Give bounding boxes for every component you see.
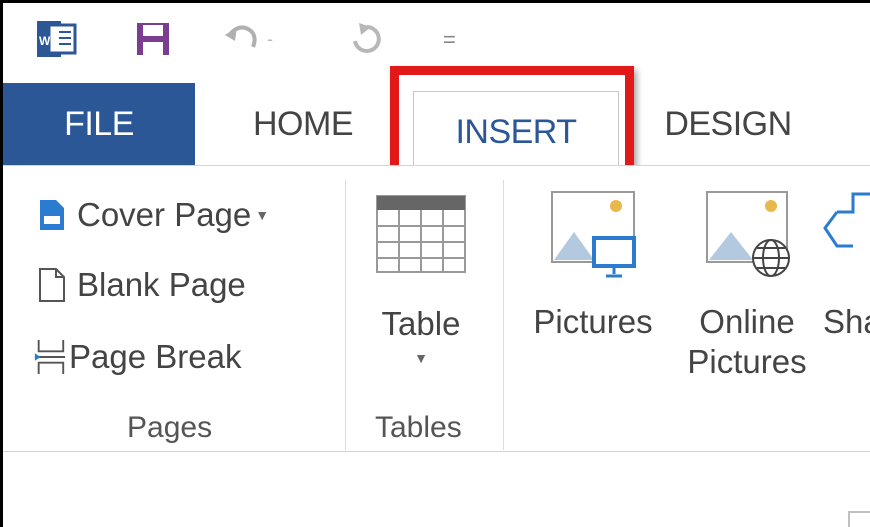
svg-text:W: W <box>39 34 51 48</box>
table-label: Table <box>381 305 461 342</box>
save-icon[interactable] <box>135 21 171 57</box>
ribbon-insert: Cover Page ▼ Blank Page Page Break Pages… <box>3 165 870 452</box>
online-pictures-label-1: Online <box>699 303 795 340</box>
tab-home[interactable]: HOME <box>233 83 373 165</box>
cover-page-icon <box>35 197 69 233</box>
redo-icon[interactable] <box>349 21 385 57</box>
page-break-button[interactable]: Page Break <box>33 338 241 376</box>
cover-page-button[interactable]: Cover Page ▼ <box>35 196 269 234</box>
customize-toolbar-icon[interactable]: = <box>443 29 456 51</box>
table-button[interactable]: Table ▼ <box>371 194 471 366</box>
document-area[interactable] <box>3 452 870 527</box>
word-icon[interactable]: W <box>37 19 77 59</box>
page-break-label: Page Break <box>69 338 242 375</box>
chevron-down-icon[interactable]: - <box>267 29 273 50</box>
tab-file[interactable]: FILE <box>3 83 195 165</box>
online-pictures-icon <box>701 188 793 292</box>
ruler-corner-mark <box>848 511 870 527</box>
blank-page-icon <box>35 267 69 303</box>
table-icon <box>375 194 467 282</box>
tab-design[interactable]: DESIGN <box>653 83 803 165</box>
tables-group-label: Tables <box>375 411 462 444</box>
shapes-icon <box>823 188 870 292</box>
pages-group-label: Pages <box>127 411 213 444</box>
group-divider <box>345 180 346 450</box>
pictures-button[interactable]: Pictures <box>525 188 661 342</box>
blank-page-label: Blank Page <box>77 266 246 303</box>
chevron-down-icon: ▼ <box>255 207 270 223</box>
window-border-top <box>0 0 870 3</box>
pictures-icon <box>548 188 638 292</box>
window-border-left <box>0 0 3 527</box>
word-window: W - = FILE HOME INSERT DESIGN Cover Page… <box>0 0 870 527</box>
cover-page-label: Cover Page <box>77 196 252 233</box>
online-pictures-button[interactable]: Online Pictures <box>683 188 811 382</box>
shapes-button[interactable]: Sha <box>823 188 870 342</box>
undo-icon[interactable]: - <box>223 23 273 55</box>
online-pictures-label-2: Pictures <box>687 343 807 380</box>
pictures-label: Pictures <box>533 303 653 340</box>
page-break-icon <box>33 339 67 375</box>
blank-page-button[interactable]: Blank Page <box>35 266 246 304</box>
shapes-label: Sha <box>823 303 870 340</box>
chevron-down-icon: ▼ <box>414 350 428 366</box>
group-divider <box>503 180 504 450</box>
